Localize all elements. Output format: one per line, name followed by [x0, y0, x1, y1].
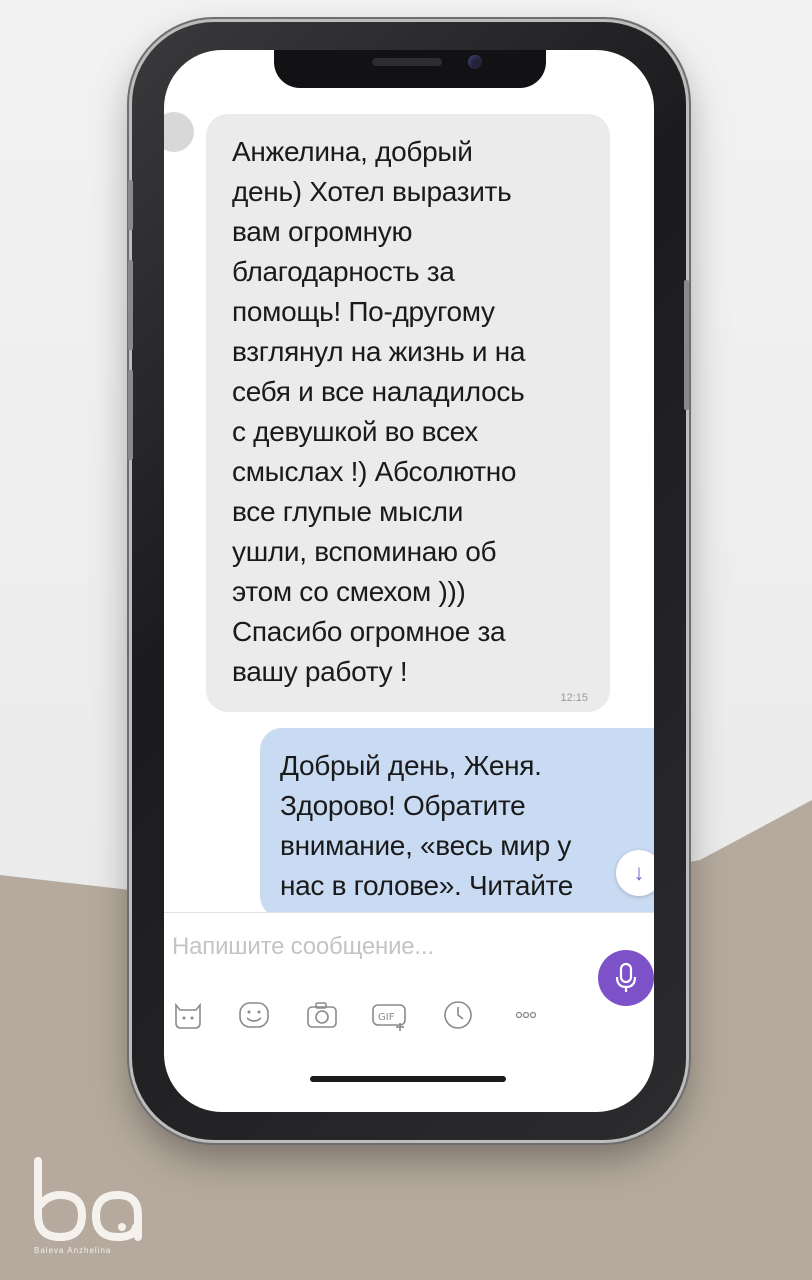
- outgoing-message-text: Добрый день, Женя. Здорово! Обратите вни…: [280, 750, 574, 918]
- brand-logo: [34, 1157, 142, 1242]
- phone-power-button: [684, 280, 689, 410]
- more-icon[interactable]: [506, 995, 546, 1035]
- clock-icon[interactable]: [438, 995, 478, 1035]
- phone-mute-switch: [128, 180, 133, 230]
- phone-volume-up: [128, 260, 133, 350]
- speaker-grille: [372, 58, 442, 66]
- incoming-message-bubble[interactable]: Анжелина, добрый день) Хотел выразить ва…: [206, 114, 610, 712]
- phone-volume-down: [128, 370, 133, 460]
- arrow-down-icon: ↓: [633, 860, 645, 885]
- composer-toolbar: GIF: [164, 995, 654, 1045]
- emoji-icon[interactable]: [234, 995, 274, 1035]
- gif-icon[interactable]: GIF: [370, 995, 410, 1035]
- svg-text:GIF: GIF: [378, 1012, 395, 1023]
- phone-screen: Анжелина, добрый день) Хотел выразить ва…: [164, 50, 654, 1112]
- message-input[interactable]: Напишите сообщение...: [172, 933, 434, 961]
- camera-icon[interactable]: [302, 995, 342, 1035]
- scroll-down-button[interactable]: ↓: [616, 850, 654, 896]
- phone-notch: [274, 50, 546, 88]
- brand-caption: Baleva Anzhelina: [34, 1246, 112, 1255]
- message-timestamp: 12:15: [560, 692, 588, 704]
- front-camera-icon: [468, 55, 482, 69]
- avatar: [164, 112, 194, 152]
- sticker-icon[interactable]: [168, 995, 208, 1035]
- incoming-message-text: Анжелина, добрый день) Хотел выразить ва…: [232, 136, 526, 687]
- home-indicator[interactable]: [310, 1076, 506, 1082]
- microphone-icon: [615, 962, 637, 992]
- message-composer[interactable]: Напишите сообщение...: [164, 912, 654, 982]
- outgoing-message-bubble[interactable]: Добрый день, Женя. Здорово! Обратите вни…: [260, 728, 654, 918]
